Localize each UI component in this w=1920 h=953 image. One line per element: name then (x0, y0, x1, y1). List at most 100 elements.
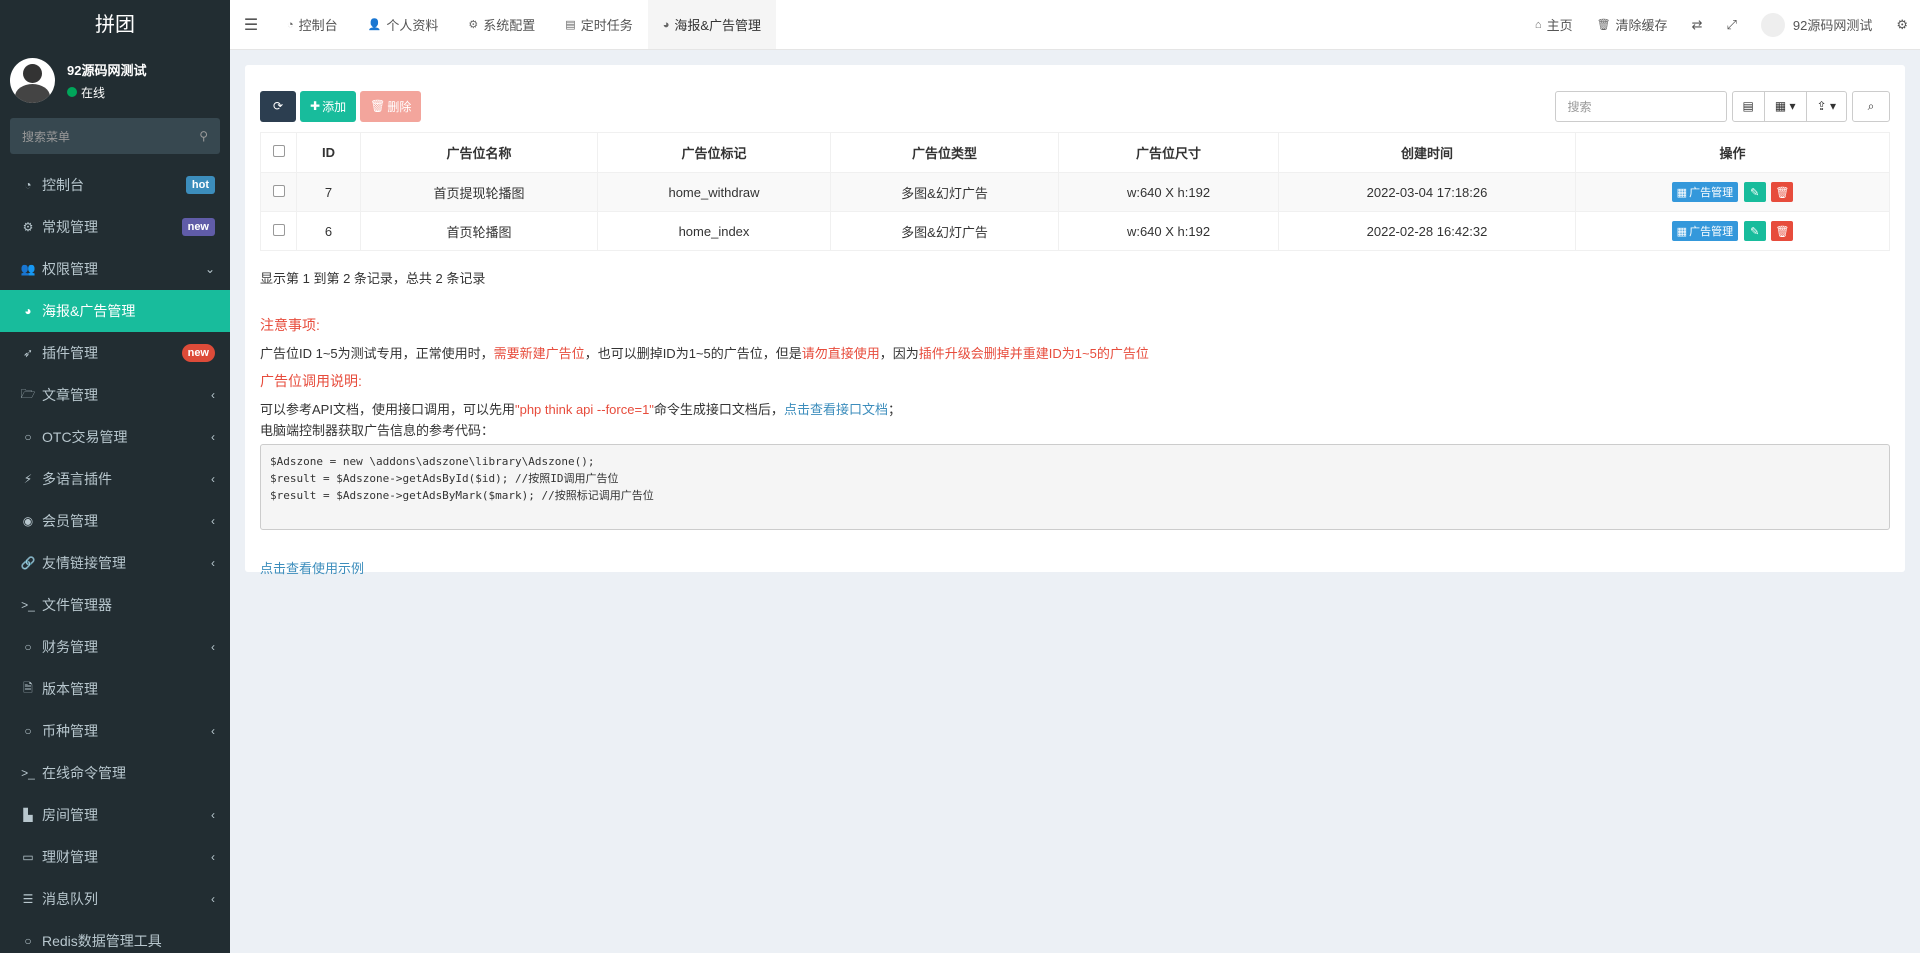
sidebar-item-links[interactable]: 🔗 友情链接管理 ‹ (0, 542, 230, 584)
row-checkbox[interactable] (272, 184, 285, 197)
tab-crontab[interactable]: ▤ 定时任务 (550, 0, 647, 49)
notice-title: 注意事项: (260, 317, 320, 333)
new-badge: new (181, 344, 215, 362)
pencil-icon: ✎ (1750, 186, 1760, 199)
usage-part: 命令生成接口文档后， (653, 402, 784, 417)
sidebar-item-redis[interactable]: ○ Redis数据管理工具 (0, 920, 230, 953)
sidebar-search-input[interactable]: 搜索菜单 ⚲ (10, 118, 220, 154)
columns-button[interactable]: ▦ ▾ (1765, 91, 1807, 121)
fullscreen-button[interactable]: ⤢ (1714, 0, 1748, 50)
edit-button[interactable]: ✎ (1743, 221, 1766, 241)
tab-label: 控制台 (298, 18, 338, 33)
sidebar-item-language[interactable]: ⚡ 多语言插件 ‹ (0, 458, 230, 500)
clear-cache-label: 清除缓存 (1615, 18, 1668, 33)
select-all-checkbox[interactable] (272, 145, 285, 157)
cell-created: 2022-03-04 17:18:26 (1278, 172, 1576, 212)
delete-row-button[interactable]: 🗑 (1771, 182, 1794, 202)
row-select-cell (260, 211, 297, 251)
chevron-left-icon: ‹ (211, 724, 215, 738)
user-name: 92源码网测试 (67, 62, 147, 78)
example-link[interactable]: 点击查看使用示例 (260, 558, 1890, 577)
sidebar-item-dashboard[interactable]: ◔ 控制台 hot (0, 164, 230, 206)
export-button[interactable]: ⇪ ▾ (1807, 92, 1846, 121)
sidebar-item-rooms[interactable]: ▙ 房间管理 ‹ (0, 794, 230, 836)
col-created[interactable]: 创建时间 (1278, 132, 1576, 173)
pie-chart-icon: ◕ (24, 304, 32, 318)
tab-ads[interactable]: ◕ 海报&广告管理 (647, 0, 777, 49)
col-name[interactable]: 广告位名称 (360, 132, 598, 173)
user-menu[interactable]: 92源码网测试 (1749, 0, 1884, 50)
sidebar-item-finance[interactable]: ○ 财务管理 ‹ (0, 626, 230, 668)
menu-toggle-icon[interactable]: ☰ (230, 0, 272, 49)
cell-name: 首页轮播图 (360, 211, 598, 251)
edit-button[interactable]: ✎ (1743, 182, 1766, 202)
sidebar-item-articles[interactable]: 🗁 文章管理 ‹ (0, 374, 230, 416)
tab-dashboard[interactable]: ◔ 控制台 (272, 0, 353, 49)
chevron-left-icon: ‹ (211, 808, 215, 822)
cell-type: 多图&幻灯广告 (830, 211, 1059, 251)
chevron-left-icon: ‹ (211, 556, 215, 570)
tab-profile[interactable]: 👤 个人资料 (353, 0, 454, 49)
sidebar-item-label: 权限管理 (42, 261, 98, 277)
clear-cache-button[interactable]: 🗑 清除缓存 (1585, 0, 1680, 50)
sidebar-item-label: 在线命令管理 (42, 765, 126, 781)
cell-mark: home_withdraw (597, 172, 831, 212)
table-icon: ▦ (1676, 225, 1688, 238)
ad-manage-button[interactable]: ▦ 广告管理 (1671, 221, 1739, 241)
sidebar-item-members[interactable]: ◉ 会员管理 ‹ (0, 500, 230, 542)
sidebar-item-label: 币种管理 (42, 723, 98, 739)
toolbar: ⟳ ✚ 添加 🗑 删除 搜索 ▤ ▦ ▾ ⇪ ▾ ⌕ (260, 90, 1890, 122)
sidebar-item-ads[interactable]: ◕ 海报&广告管理 (0, 290, 230, 332)
refresh-button[interactable]: ⟳ (260, 90, 296, 122)
notice-highlight: 插件升级会删掉并重建ID为1~5的广告位 (918, 346, 1149, 361)
sidebar-item-queue[interactable]: ☰ 消息队列 ‹ (0, 878, 230, 920)
sidebar-item-general[interactable]: ⚙ 常规管理 new (0, 206, 230, 248)
ad-manage-button[interactable]: ▦ 广告管理 (1671, 182, 1739, 202)
sidebar-item-files[interactable]: >_ 文件管理器 (0, 584, 230, 626)
sidebar-item-wealth[interactable]: ▭ 理财管理 ‹ (0, 836, 230, 878)
settings-button[interactable]: ⚙ (1884, 0, 1920, 50)
add-button[interactable]: ✚ 添加 (300, 90, 357, 122)
col-mark[interactable]: 广告位标记 (597, 132, 831, 173)
sidebar-item-currency[interactable]: ○ 币种管理 ‹ (0, 710, 230, 752)
sidebar-item-version[interactable]: 🗎 版本管理 (0, 668, 230, 710)
sidebar-item-command[interactable]: >_ 在线命令管理 (0, 752, 230, 794)
list-icon: ☰ (22, 892, 34, 906)
folder-open-icon: 🗁 (20, 386, 36, 401)
trash-icon: 🗑 (1775, 225, 1790, 238)
sidebar-menu: ◔ 控制台 hot ⚙ 常规管理 new 👥 权限管理 ⌄ ◕ 海报&广告管理 … (0, 164, 230, 953)
search-icon[interactable]: ⚲ (199, 129, 208, 143)
terminal-icon: >_ (21, 766, 35, 780)
home-icon: ⌂ (1534, 18, 1542, 31)
bar-chart-icon: ▙ (23, 808, 33, 822)
language-button[interactable]: ⇄ (1680, 0, 1715, 50)
columns-icon: ▦ ▾ (1774, 99, 1796, 113)
sidebar-item-otc[interactable]: ○ OTC交易管理 ‹ (0, 416, 230, 458)
row-checkbox[interactable] (272, 223, 285, 236)
user-circle-icon: ◉ (22, 514, 34, 528)
sidebar-item-plugins[interactable]: ➶ 插件管理 new (0, 332, 230, 374)
trash-icon: 🗑 (370, 99, 386, 113)
search-input[interactable]: 搜索 (1554, 90, 1727, 122)
delete-row-button[interactable]: 🗑 (1771, 221, 1794, 241)
notice-part: 广告位ID 1~5为测试专用，正常使用时， (260, 346, 494, 361)
sidebar-item-auth[interactable]: 👥 权限管理 ⌄ (0, 248, 230, 290)
toggle-view-button[interactable]: ▤ (1733, 91, 1765, 121)
delete-label: 删除 (387, 99, 412, 114)
table-icon: ▦ (1676, 186, 1688, 199)
col-size[interactable]: 广告位尺寸 (1058, 132, 1279, 173)
terminal-icon: >_ (21, 598, 35, 612)
delete-button[interactable]: 🗑 删除 (360, 90, 422, 122)
app-logo[interactable]: 拼团 (0, 0, 230, 50)
col-actions: 操作 (1575, 132, 1890, 173)
search-button[interactable]: ⌕ (1852, 90, 1890, 122)
user-icon: 👤 (367, 19, 382, 31)
col-id[interactable]: ID (296, 132, 361, 173)
code-sample: $Adszone = new \addons\adszone\library\A… (260, 444, 1890, 530)
col-type[interactable]: 广告位类型 (830, 132, 1059, 173)
api-doc-link[interactable]: 点击查看接口文档 (784, 402, 888, 417)
home-link[interactable]: ⌂ 主页 (1523, 0, 1585, 50)
tab-config[interactable]: ⚙ 系统配置 (453, 0, 550, 49)
circle-icon: ○ (24, 430, 32, 444)
hot-badge: hot (185, 176, 215, 194)
